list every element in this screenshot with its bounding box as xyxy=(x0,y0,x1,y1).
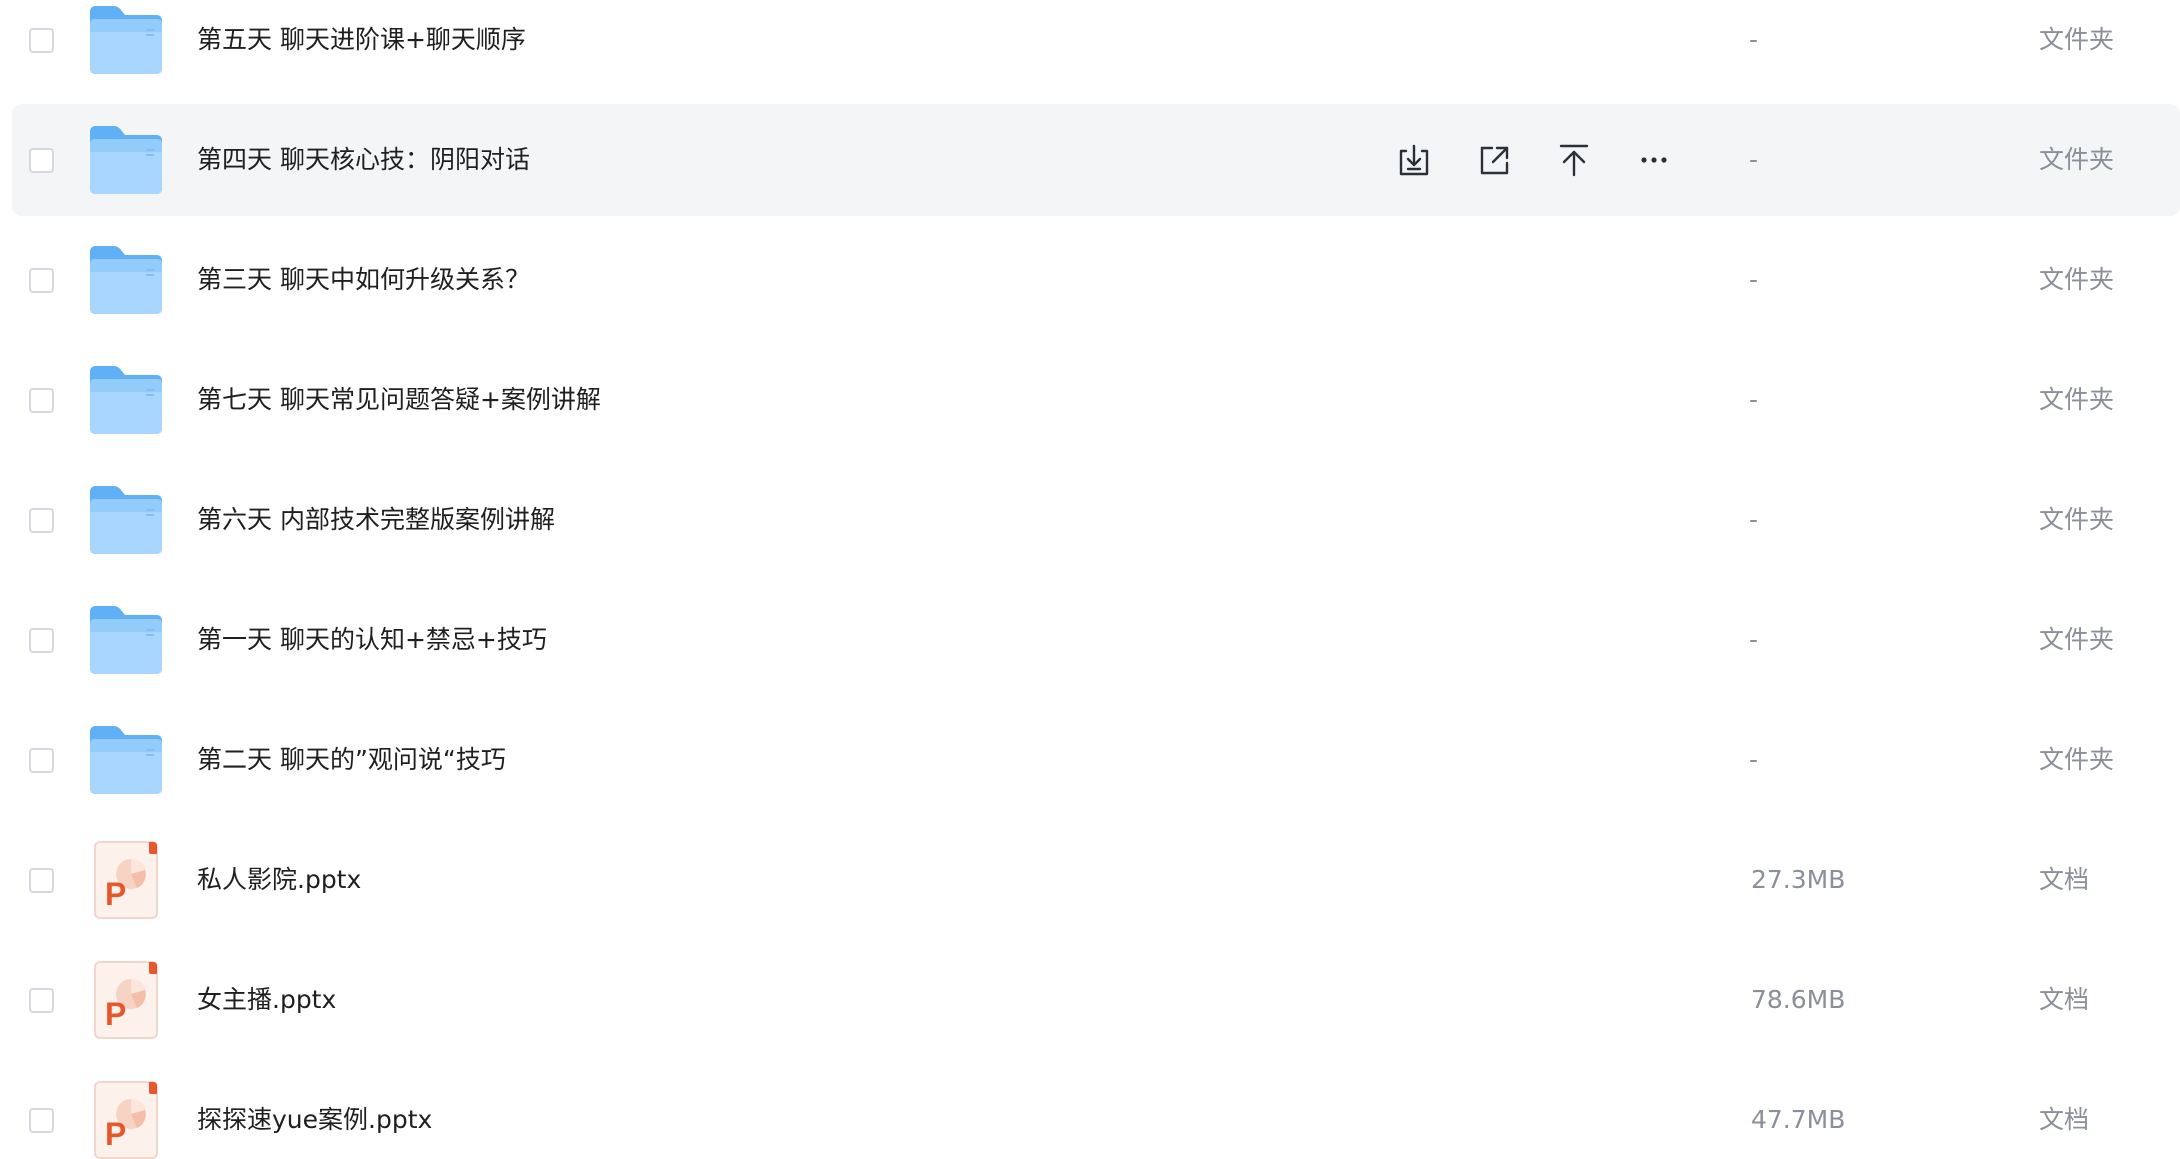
download-icon[interactable] xyxy=(1392,138,1436,182)
file-name[interactable]: 第三天 聊天中如何升级关系？ xyxy=(197,264,530,296)
folder-icon xyxy=(88,724,164,804)
folder-icon xyxy=(88,244,164,324)
file-row[interactable]: 第四天 聊天核心技：阴阳对话 - 文件夹 xyxy=(12,104,2180,216)
file-type: 文件夹 xyxy=(2039,505,2115,534)
pptx-file-icon: P xyxy=(93,1080,169,1159)
file-type: 文件夹 xyxy=(2039,25,2115,54)
file-size: - xyxy=(1749,25,1759,54)
file-size: - xyxy=(1749,505,1759,534)
file-type: 文件夹 xyxy=(2039,265,2115,294)
row-checkbox[interactable] xyxy=(29,1107,54,1133)
file-name[interactable]: 第一天 聊天的认知+禁忌+技巧 xyxy=(197,624,547,656)
file-row[interactable]: P 探探速yue案例.pptx 47.7MB 文档 xyxy=(0,1060,2180,1159)
row-checkbox[interactable] xyxy=(29,627,54,653)
row-checkbox[interactable] xyxy=(29,747,54,773)
more-icon[interactable] xyxy=(1632,138,1676,182)
file-size: 47.7MB xyxy=(1751,1105,1846,1134)
file-row[interactable]: 第六天 内部技术完整版案例讲解 - 文件夹 xyxy=(0,460,2180,580)
file-row[interactable]: 第二天 聊天的”观问说“技巧 - 文件夹 xyxy=(0,700,2180,820)
row-checkbox[interactable] xyxy=(29,27,54,53)
file-name[interactable]: 第七天 聊天常见问题答疑+案例讲解 xyxy=(197,384,601,416)
file-row[interactable]: 第五天 聊天进阶课+聊天顺序 - 文件夹 xyxy=(0,0,2180,100)
file-row[interactable]: P 私人影院.pptx 27.3MB 文档 xyxy=(0,820,2180,940)
file-name[interactable]: 第五天 聊天进阶课+聊天顺序 xyxy=(197,24,526,56)
row-checkbox[interactable] xyxy=(29,507,54,533)
folder-icon xyxy=(88,484,164,564)
file-size: - xyxy=(1749,265,1759,294)
file-type: 文件夹 xyxy=(2039,385,2115,414)
svg-text:P: P xyxy=(105,1116,126,1152)
file-size: - xyxy=(1749,745,1759,774)
file-row[interactable]: 第一天 聊天的认知+禁忌+技巧 - 文件夹 xyxy=(0,580,2180,700)
file-type: 文件夹 xyxy=(2039,745,2115,774)
file-type: 文档 xyxy=(2039,985,2090,1014)
folder-icon xyxy=(88,604,164,684)
file-name[interactable]: 探探速yue案例.pptx xyxy=(197,1104,432,1136)
file-row[interactable]: 第七天 聊天常见问题答疑+案例讲解 - 文件夹 xyxy=(0,340,2180,460)
file-size: 78.6MB xyxy=(1751,985,1846,1014)
file-name[interactable]: 第六天 内部技术完整版案例讲解 xyxy=(197,504,555,536)
file-size: - xyxy=(1749,385,1759,414)
folder-icon xyxy=(88,124,164,204)
share-icon[interactable] xyxy=(1472,138,1516,182)
row-checkbox[interactable] xyxy=(29,987,54,1013)
file-row[interactable]: 第三天 聊天中如何升级关系？ - 文件夹 xyxy=(0,220,2180,340)
svg-text:P: P xyxy=(105,876,126,912)
file-row[interactable]: P 女主播.pptx 78.6MB 文档 xyxy=(0,940,2180,1060)
row-checkbox[interactable] xyxy=(29,267,54,293)
file-size: - xyxy=(1749,145,1759,174)
row-checkbox[interactable] xyxy=(29,387,54,413)
file-name[interactable]: 第二天 聊天的”观问说“技巧 xyxy=(197,744,506,776)
folder-icon xyxy=(88,364,164,444)
row-checkbox[interactable] xyxy=(29,867,54,893)
pptx-file-icon: P xyxy=(93,960,169,1040)
file-name[interactable]: 女主播.pptx xyxy=(197,984,336,1016)
svg-text:P: P xyxy=(105,996,126,1032)
folder-icon xyxy=(88,4,164,84)
file-size: 27.3MB xyxy=(1751,865,1846,894)
move-to-top-icon[interactable] xyxy=(1552,138,1596,182)
file-type: 文件夹 xyxy=(2039,625,2115,654)
row-checkbox[interactable] xyxy=(29,147,54,173)
file-type: 文件夹 xyxy=(2039,145,2115,174)
file-list: 第五天 聊天进阶课+聊天顺序 - 文件夹 第四天 聊天核心技：阴阳对话 - 文件夹 第… xyxy=(0,0,2180,1159)
file-name[interactable]: 第四天 聊天核心技：阴阳对话 xyxy=(197,144,530,176)
file-type: 文档 xyxy=(2039,1105,2090,1134)
pptx-file-icon: P xyxy=(93,840,169,920)
file-name[interactable]: 私人影院.pptx xyxy=(197,864,361,896)
file-type: 文档 xyxy=(2039,865,2090,894)
file-size: - xyxy=(1749,625,1759,654)
